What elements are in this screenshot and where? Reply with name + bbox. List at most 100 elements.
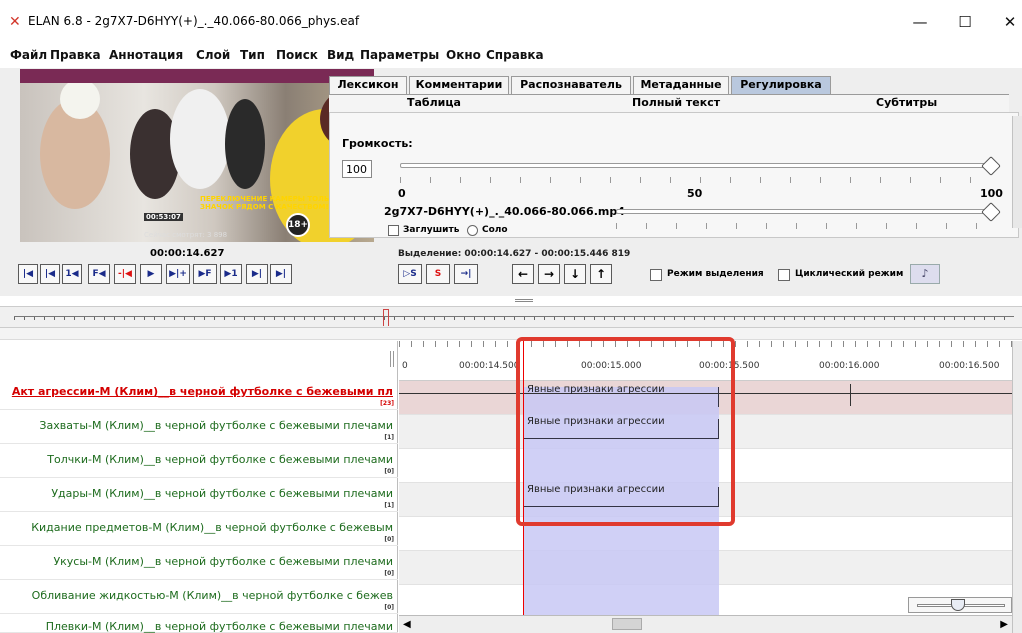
overview-ruler [14, 316, 1014, 320]
loop-mode-checkbox[interactable] [778, 269, 790, 281]
nav-down-button[interactable]: ↓ [564, 264, 586, 284]
speaker-icon[interactable]: ♪ [910, 264, 940, 284]
minimize-button[interactable]: — [900, 10, 940, 34]
media-file-name: 2g7X7-D6HYY(+)_._40.066-80.066.mp4 [384, 205, 625, 218]
menu-edit[interactable]: Правка [50, 48, 101, 62]
tab-controls[interactable]: Регулировка [731, 76, 831, 94]
tier-label-pushes[interactable]: Толчки-М (Клим)__в черной футболке с беж… [0, 444, 398, 478]
menu-type[interactable]: Тип [240, 48, 265, 62]
solo-radio[interactable] [467, 225, 478, 236]
volume-label: Громкость: [342, 137, 413, 150]
tiers-vertical-scrollbar[interactable] [1012, 341, 1022, 633]
tier-label-text: Плевки-М (Клим)__в черной футболке с беж… [45, 620, 393, 633]
menu-help[interactable]: Справка [486, 48, 544, 62]
prev-second-button[interactable]: 1◀ [62, 264, 82, 284]
selection-mode-checkbox[interactable] [650, 269, 662, 281]
volume-slider-thumb[interactable] [981, 156, 1001, 176]
ruler-time: 0 [402, 361, 408, 371]
volume-max: 100 [980, 187, 1003, 200]
tier-label-throwing[interactable]: Кидание предметов-М (Клим)__в черной фут… [0, 512, 398, 546]
close-button[interactable]: ✕ [990, 10, 1022, 34]
menu-tier[interactable]: Слой [196, 48, 230, 62]
clear-selection-button[interactable]: S [426, 264, 450, 284]
tab-subtitles[interactable]: Субтитры [876, 96, 937, 109]
timeline-separator [0, 328, 1022, 340]
tab-strip: Лексикон Комментарии Распознаватель Мета… [329, 76, 1009, 94]
prev-frame-f-button[interactable]: F◀ [88, 264, 110, 284]
selection-boundary-button[interactable]: →| [454, 264, 478, 284]
nav-left-button[interactable]: ← [512, 264, 534, 284]
maximize-button[interactable]: ☐ [945, 10, 985, 34]
tier-label-aggression[interactable]: Акт агрессии-М (Клим)__в черной футболке… [0, 376, 398, 410]
next-boundary-button[interactable]: ▶|+ [166, 264, 190, 284]
tier-annotation-count: [0] [384, 536, 394, 543]
elan-app-icon: ✕ [9, 14, 21, 30]
go-to-end-button[interactable]: ▶| [270, 264, 292, 284]
next-second-button[interactable]: ▶1 [220, 264, 242, 284]
menu-bar: Файл Правка Аннотация Слой Тип Поиск Вид… [0, 44, 1022, 66]
volume-slider[interactable] [400, 163, 992, 168]
annotation-boundary [850, 384, 851, 406]
timeline-scrollbar[interactable]: ◀ ▶ [399, 615, 1012, 633]
scrollbar-thumb[interactable] [612, 618, 642, 630]
video-overlay-clock: 00:53:07 [144, 213, 183, 221]
split-divider-handle[interactable] [515, 299, 533, 302]
tab-recognizer[interactable]: Распознаватель [511, 76, 631, 94]
overview-position-marker[interactable] [383, 309, 389, 326]
tier-label-text: Акт агрессии-М (Клим)__в черной футболке… [11, 385, 393, 398]
volume-input[interactable]: 100 [342, 160, 372, 178]
next-frame-button[interactable]: ▶| [246, 264, 268, 284]
age-rating-badge: 18+ [286, 213, 310, 237]
volume-ticks [400, 177, 992, 183]
panel-scrollbar[interactable] [1012, 116, 1022, 228]
window-title: ELAN 6.8 - 2g7X7-D6HYY(+)_._40.066-80.06… [28, 14, 360, 28]
media-volume-thumb[interactable] [981, 202, 1001, 222]
tier-annotation-count: [1] [384, 502, 394, 509]
tier-label-text: Захваты-М (Клим)__в черной футболке с бе… [39, 419, 393, 432]
prev-boundary-button[interactable]: -|◀ [114, 264, 136, 284]
label-resize-handle[interactable] [390, 351, 394, 367]
play-selection-button[interactable]: ▷S [398, 264, 422, 284]
menu-options[interactable]: Параметры [360, 48, 439, 62]
scroll-left-icon[interactable]: ◀ [403, 619, 411, 630]
tier-label-text: Укусы-М (Клим)__в черной футболке с беже… [53, 555, 393, 568]
volume-min: 0 [398, 187, 406, 200]
tab-metadata[interactable]: Метаданные [633, 76, 729, 94]
menu-annotation[interactable]: Аннотация [109, 48, 183, 62]
tier-label-grabs[interactable]: Захваты-М (Клим)__в черной футболке с бе… [0, 410, 398, 444]
next-frame-f-button[interactable]: ▶F [193, 264, 217, 284]
mute-checkbox[interactable] [388, 225, 399, 236]
menu-file[interactable]: Файл [10, 48, 47, 62]
video-player[interactable]: ПЕРЕКЛЮЧЕНИЕ КАМЕРЫ ТОЛЬКО С ПК ЗНАЧОК Р… [20, 69, 374, 242]
highlight-box [516, 337, 735, 526]
zoom-slider[interactable] [908, 597, 1012, 613]
prev-frame-button[interactable]: |◀ [40, 264, 60, 284]
tier-label-bites[interactable]: Укусы-М (Клим)__в черной футболке с беже… [0, 546, 398, 580]
tier-label-text: Удары-М (Клим)__в черной футболке с беже… [51, 487, 393, 500]
tier-label-spitting[interactable]: Плевки-М (Клим)__в черной футболке с беж… [0, 614, 398, 633]
tier-label-liquid[interactable]: Обливание жидкостью-М (Клим)__в черной ф… [0, 580, 398, 614]
mute-label: Заглушить [403, 225, 460, 235]
loop-mode-label: Циклический режим [795, 269, 904, 279]
play-button[interactable]: ▶ [140, 264, 162, 284]
nav-up-button[interactable]: ↑ [590, 264, 612, 284]
scroll-right-icon[interactable]: ▶ [1000, 619, 1008, 630]
menu-window[interactable]: Окно [446, 48, 481, 62]
nav-right-button[interactable]: → [538, 264, 560, 284]
tab-comments[interactable]: Комментарии [409, 76, 509, 94]
overview-timeline[interactable] [0, 306, 1022, 328]
menu-search[interactable]: Поиск [276, 48, 318, 62]
zoom-slider-thumb[interactable] [951, 599, 965, 611]
menu-view[interactable]: Вид [327, 48, 354, 62]
ruler-time: 00:00:16.000 [819, 361, 880, 371]
tab-text[interactable]: Полный текст [632, 96, 720, 109]
go-to-begin-button[interactable]: |◀ [18, 264, 38, 284]
current-time: 00:00:14.627 [150, 248, 225, 259]
media-volume-slider[interactable] [616, 209, 992, 214]
tab-grid[interactable]: Таблица [407, 96, 461, 109]
tier-label-text: Кидание предметов-М (Клим)__в черной фут… [31, 521, 393, 534]
tab-lexicon[interactable]: Лексикон [329, 76, 407, 94]
video-overlay-line2: ЗНАЧОК РЯДОМ С КАЧЕСТВОМ! [200, 203, 329, 211]
tier-label-hits[interactable]: Удары-М (Клим)__в черной футболке с беже… [0, 478, 398, 512]
tier-label-text: Толчки-М (Клим)__в черной футболке с беж… [47, 453, 393, 466]
